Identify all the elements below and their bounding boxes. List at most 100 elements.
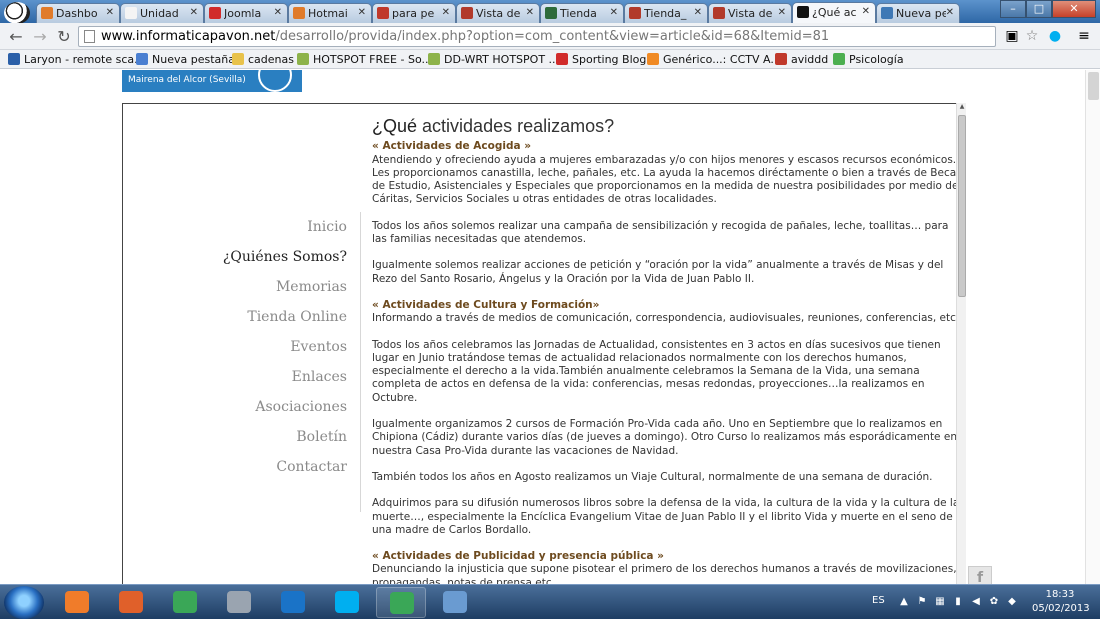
paragraph-text: Adquirimos para su difusión numerosos li… [372, 497, 960, 536]
nav-item[interactable]: Memorias [123, 272, 360, 302]
back-button[interactable]: ← [6, 27, 26, 47]
taskbar-app-button[interactable] [160, 587, 210, 618]
bookmark-favicon-icon [428, 53, 440, 65]
tab-label: Hotmai [308, 7, 348, 20]
volume-icon[interactable]: ◀ [970, 596, 982, 608]
language-indicator[interactable]: ES [872, 595, 885, 606]
tab[interactable]: Hotmai ✕ [288, 3, 372, 23]
tab-close-icon[interactable]: ✕ [610, 7, 618, 18]
tab[interactable]: Joomla ✕ [204, 3, 288, 23]
minimize-button[interactable]: – [1000, 0, 1026, 18]
maximize-button[interactable]: □ [1026, 0, 1052, 18]
content-scroll-thumb[interactable] [958, 115, 966, 297]
paragraph-text: Informando a través de medios de comunic… [372, 312, 960, 325]
scroll-up-arrow-icon[interactable]: ▲ [958, 103, 966, 113]
nav-item[interactable]: Eventos [123, 332, 360, 362]
site-nav: Inicio ¿Quiénes Somos? Memorias Tienda Onli… [123, 212, 361, 512]
bookmark-item[interactable]: Genérico...: CCTV A... [647, 52, 781, 67]
bookmark-item[interactable]: Sporting Blog [556, 52, 646, 67]
tab-favicon-icon [881, 7, 893, 19]
tab-new[interactable]: Nueva pes✕ [876, 3, 960, 23]
tab-favicon-icon [461, 7, 473, 19]
address-bar[interactable]: www.informaticapavon.net/desarrollo/prov… [78, 26, 996, 47]
tab-close-icon[interactable]: ✕ [274, 7, 282, 18]
tab[interactable]: Tienda ✕ [540, 3, 624, 23]
tab-close-icon[interactable]: ✕ [190, 7, 198, 18]
skype-icon [335, 591, 359, 613]
nav-item[interactable]: Asociaciones [123, 392, 360, 422]
page-scroll-thumb[interactable] [1088, 72, 1099, 100]
nav-item[interactable]: Tienda Online [123, 302, 360, 332]
page-scrollbar[interactable] [1085, 70, 1100, 584]
tab-close-icon[interactable]: ✕ [778, 7, 786, 18]
forward-button[interactable]: → [30, 27, 50, 47]
tab[interactable]: ¿Qué ac ✕ [792, 2, 876, 24]
tab-close-icon[interactable]: ✕ [694, 7, 702, 18]
facebook-icon[interactable]: f [968, 566, 992, 584]
tab[interactable]: Vista de ✕ [456, 3, 540, 23]
show-hidden-icons-icon[interactable]: ▲ [898, 596, 910, 608]
tab-close-icon[interactable]: ✕ [526, 7, 534, 18]
bookmark-item[interactable]: aviddd [775, 52, 828, 67]
bookmarks-bar: Laryon - remote sca... Nueva pestaña caden… [0, 50, 1100, 69]
tray-app-icon[interactable]: ✿ [988, 596, 1000, 608]
firefox-icon [119, 591, 143, 613]
tab-label: Unidad [140, 7, 179, 20]
bookmark-favicon-icon [232, 53, 244, 65]
nav-item[interactable]: ¿Quiénes Somos? [123, 242, 360, 272]
tab[interactable]: Tienda_ ✕ [624, 3, 708, 23]
bookmark-item[interactable]: HOTSPOT FREE - So... [297, 52, 432, 67]
skype-extension-icon[interactable]: ● [1046, 27, 1064, 45]
nav-item[interactable]: Enlaces [123, 362, 360, 392]
site-logo-banner[interactable]: Mairena del Alcor (Sevilla) [122, 70, 302, 92]
tab[interactable]: Dashbo ✕ [36, 3, 120, 23]
tray-update-icon[interactable]: ◆ [1006, 596, 1018, 608]
windows-taskbar: ES ▲ ⚑ ▦ ▮ ◀ ✿ ◆ 18:33 05/02/2013 [0, 584, 1100, 619]
taskbar-app-button[interactable] [268, 587, 318, 618]
reload-button[interactable]: ↻ [54, 27, 74, 47]
power-icon[interactable]: ▮ [952, 596, 964, 608]
taskbar-app-button[interactable] [322, 587, 372, 618]
page-icon [84, 30, 95, 43]
paragraph-text: Todos los años solemos realizar una camp… [372, 219, 949, 246]
paragraph-text: Atendiendo y ofreciendo ayuda a mujeres … [372, 153, 962, 206]
tab-label: Tienda [560, 7, 597, 20]
tab-favicon-icon [629, 7, 641, 19]
nav-item[interactable]: Inicio [123, 212, 360, 242]
nav-item[interactable]: Contactar [123, 452, 360, 482]
bookmark-star-icon[interactable]: ☆ [1023, 27, 1041, 45]
tab[interactable]: Unidad ✕ [120, 3, 204, 23]
tab-close-icon[interactable]: ✕ [946, 7, 954, 18]
bookmark-item[interactable]: Psicología [833, 52, 904, 67]
tab-close-icon[interactable]: ✕ [358, 7, 366, 18]
bookmark-item[interactable]: cadenas [232, 52, 294, 67]
page-action-icon[interactable]: ▣ [1003, 27, 1021, 45]
settings-menu-icon[interactable]: ≡ [1075, 27, 1093, 45]
app-icon [227, 591, 251, 613]
nav-item[interactable]: Boletín [123, 422, 360, 452]
clock[interactable]: 18:33 05/02/2013 [1032, 588, 1090, 616]
bookmark-item[interactable]: Nueva pestaña [136, 52, 235, 67]
tab-close-icon[interactable]: ✕ [442, 7, 450, 18]
tab[interactable]: Vista de ✕ [708, 3, 792, 23]
network-icon[interactable]: ▦ [934, 596, 946, 608]
tab[interactable]: para pe ✕ [372, 3, 456, 23]
close-window-button[interactable]: ✕ [1052, 0, 1096, 18]
taskbar-app-button[interactable] [376, 587, 426, 618]
tab-favicon-icon [377, 7, 389, 19]
bookmark-item[interactable]: Laryon - remote sca... [8, 52, 145, 67]
taskbar-app-button[interactable] [214, 587, 264, 618]
taskbar-app-button[interactable] [106, 587, 156, 618]
taskbar-app-button[interactable] [52, 587, 102, 618]
paragraph-text: Todos los años celebramos las Jornadas d… [372, 338, 941, 404]
bookmark-item[interactable]: DD-WRT HOTSPOT ... [428, 52, 559, 67]
url-host: www.informaticapavon.net [101, 29, 276, 44]
action-center-icon[interactable]: ⚑ [916, 596, 928, 608]
content-scrollbar[interactable]: ▲ [956, 103, 966, 584]
article-paragraph: Igualmente solemos realizar acciones de … [372, 259, 962, 286]
taskbar-app-button[interactable] [430, 587, 480, 618]
tab-close-icon[interactable]: ✕ [106, 7, 114, 18]
start-button[interactable] [4, 586, 44, 619]
tab-favicon-icon [209, 7, 221, 19]
tab-close-icon[interactable]: ✕ [862, 6, 870, 17]
